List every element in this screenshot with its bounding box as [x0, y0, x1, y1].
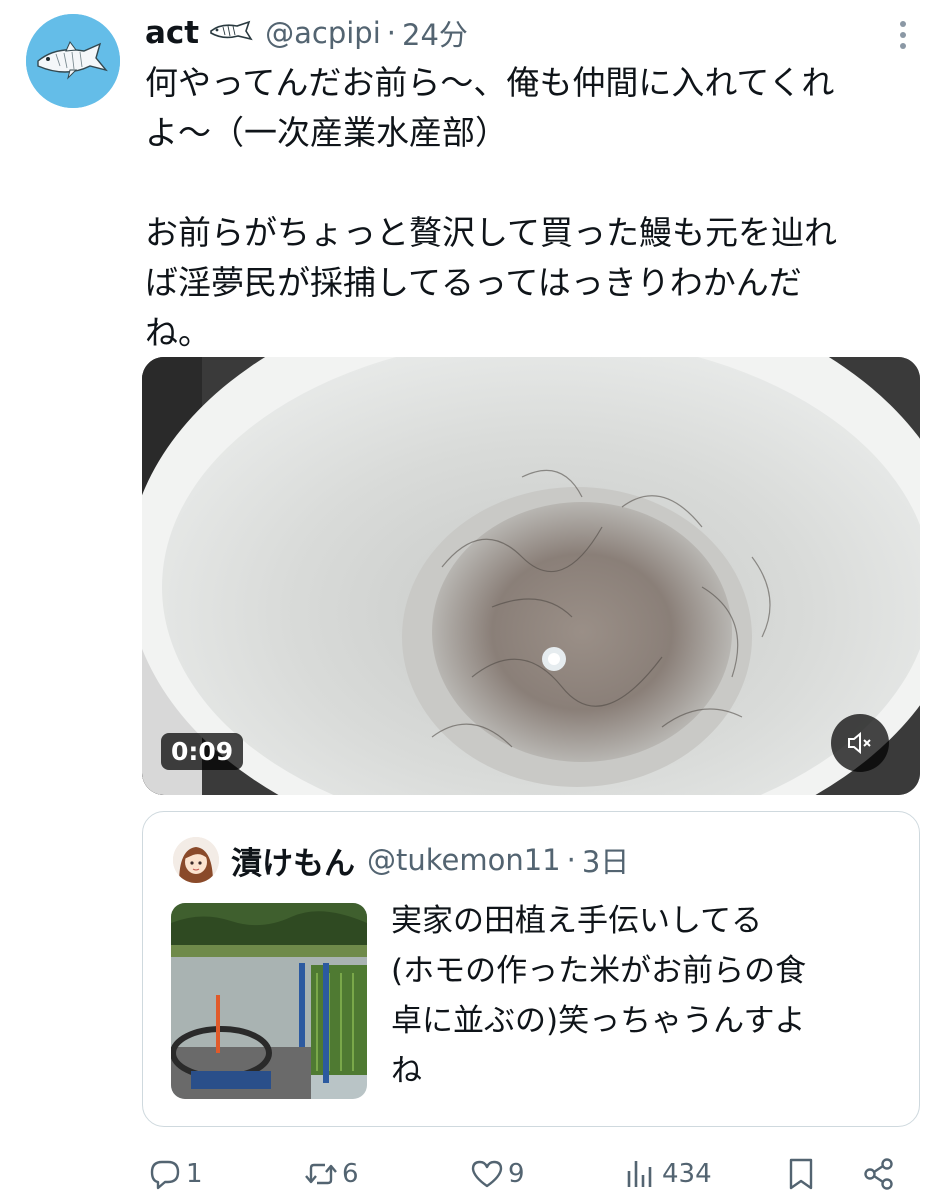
tweet-header: act @acpipi · 24分	[145, 10, 468, 56]
reply-icon	[150, 1160, 180, 1190]
retweet-icon	[305, 1163, 337, 1185]
quoted-author-handle[interactable]: @tukemon11	[367, 843, 561, 877]
bookmark-button[interactable]	[784, 1154, 818, 1194]
tweet-text-line: ば淫夢民が採捕してるってはっきりわかんだ	[145, 263, 802, 302]
tweet-video[interactable]: 0:09	[142, 357, 920, 795]
quoted-author-avatar[interactable]	[173, 837, 219, 883]
tweet-text-line	[145, 158, 930, 208]
more-vertical-icon[interactable]	[890, 18, 916, 52]
tweet-text-line: 何やってんだお前ら〜、俺も仲間に入れてくれ	[145, 63, 835, 102]
author-name[interactable]: act	[145, 15, 199, 51]
quoted-text-line: 実家の田植え手伝いしてる	[391, 903, 763, 939]
bucket-video-frame	[142, 357, 920, 795]
share-button[interactable]	[862, 1154, 896, 1194]
quoted-text-line: (ホモの作った米がお前らの食	[391, 953, 807, 989]
reply-count: 1	[186, 1159, 203, 1189]
speaker-muted-icon[interactable]	[831, 714, 889, 772]
video-duration: 0:09	[161, 733, 244, 770]
fish-avatar-icon	[26, 14, 120, 108]
heart-icon	[471, 1160, 503, 1188]
tweet-text: 何やってんだお前ら〜、俺も仲間に入れてくれ よ〜（一次産業水産部） お前らがちょ…	[145, 58, 930, 358]
quoted-tweet[interactable]: 漬けもん @tukemon11 · 3日 実家の田植え手伝いしてる (ホモの作っ…	[142, 811, 920, 1127]
like-count: 9	[508, 1159, 525, 1189]
views-chart-icon	[627, 1161, 652, 1187]
views-button[interactable]: 434	[624, 1154, 712, 1194]
tweet-time[interactable]: 24分	[402, 12, 468, 54]
views-count: 434	[662, 1159, 712, 1189]
author-avatar[interactable]	[26, 14, 120, 108]
tweet-actions: 1 6 9 434	[0, 1148, 948, 1200]
tweet-text-line: ね。	[145, 313, 211, 352]
separator: ·	[386, 16, 396, 50]
bookmark-icon	[789, 1158, 813, 1190]
reply-button[interactable]: 1	[148, 1154, 203, 1194]
author-handle[interactable]: @acpipi	[265, 16, 381, 50]
tweet-text-line: お前らがちょっと贅沢して買った鰻も元を辿れ	[145, 213, 838, 252]
share-icon	[864, 1158, 893, 1190]
quoted-text: 実家の田植え手伝いしてる (ホモの作った米がお前らの食 卓に並ぶの)笑っちゃうん…	[391, 896, 901, 1096]
separator: ·	[566, 843, 576, 877]
quoted-text-line: 卓に並ぶの)笑っちゃうんすよ	[391, 1003, 806, 1039]
quoted-text-line: ね	[391, 1053, 422, 1089]
retweet-count: 6	[342, 1159, 359, 1189]
quoted-header: 漬けもん @tukemon11 · 3日	[231, 837, 629, 883]
fish-emoji-icon	[209, 20, 255, 46]
tweet-text-line: よ〜（一次産業水産部）	[145, 113, 508, 152]
quoted-time[interactable]: 3日	[582, 839, 629, 881]
like-button[interactable]: 9	[470, 1154, 525, 1194]
retweet-button[interactable]: 6	[304, 1154, 359, 1194]
quoted-thumbnail[interactable]	[171, 903, 367, 1099]
quoted-author-name[interactable]: 漬けもん	[231, 838, 355, 883]
